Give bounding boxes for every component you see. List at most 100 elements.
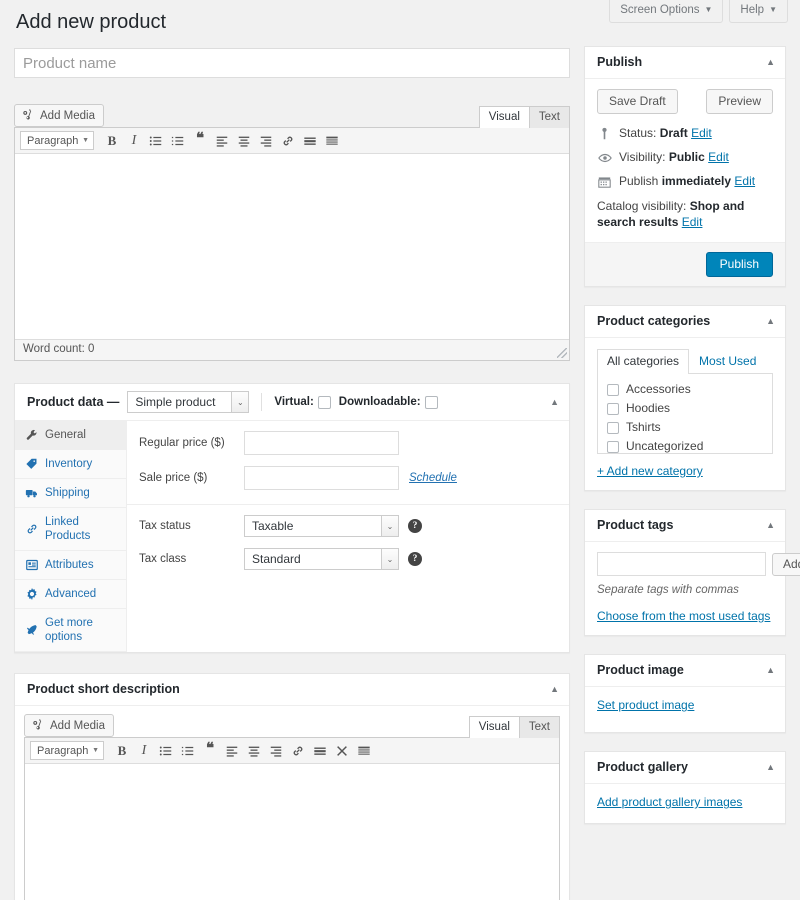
insert-link-button[interactable] <box>278 131 298 151</box>
tax-status-select[interactable]: Taxable ⌄ <box>244 515 399 537</box>
numbered-list-button[interactable] <box>168 131 188 151</box>
list-item[interactable]: Hoodies <box>607 401 763 416</box>
collapse-toggle-icon[interactable]: ▲ <box>550 685 559 694</box>
distraction-free-button[interactable] <box>332 741 352 761</box>
tab-get-more-options[interactable]: Get more options <box>15 609 126 652</box>
italic-button[interactable]: I <box>124 131 144 151</box>
help-button[interactable]: Help▼ <box>729 0 788 23</box>
tab-linked-products[interactable]: Linked Products <box>15 508 126 551</box>
post-status-icon <box>597 126 612 141</box>
toolbar-toggle-button[interactable] <box>322 131 342 151</box>
align-left-button[interactable] <box>222 741 242 761</box>
tab-visual[interactable]: Visual <box>479 106 530 128</box>
insert-link-button[interactable] <box>288 741 308 761</box>
tab-all-categories[interactable]: All categories <box>597 349 689 374</box>
schedule-link[interactable]: Schedule <box>409 472 457 484</box>
sale-price-label: Sale price ($) <box>139 471 244 486</box>
toolbar-toggle-button[interactable] <box>354 741 374 761</box>
collapse-toggle-icon[interactable]: ▲ <box>766 763 775 772</box>
tab-text[interactable]: Text <box>530 106 570 128</box>
short-description-editor-shell: Paragraph ▼ B I ❝ <box>24 737 560 900</box>
collapse-toggle-icon[interactable]: ▲ <box>766 521 775 530</box>
add-tag-button[interactable]: Add <box>772 553 800 576</box>
align-right-button[interactable] <box>256 131 276 151</box>
publish-date-text: Publish immediately Edit <box>619 174 755 189</box>
publish-header: Publish ▲ <box>585 47 785 79</box>
preview-button[interactable]: Preview <box>706 89 773 114</box>
help-tip-icon[interactable]: ? <box>408 552 422 566</box>
category-checkbox[interactable] <box>607 384 619 396</box>
help-tip-icon[interactable]: ? <box>408 519 422 533</box>
product-data-panel-general: Regular price ($) Sale price ($) Schedul… <box>127 421 569 652</box>
tab-general[interactable]: General <box>15 421 126 450</box>
save-draft-button[interactable]: Save Draft <box>597 89 678 114</box>
product-data-metabox: Product data — Simple product ⌄ Virtual:… <box>14 383 570 653</box>
downloadable-checkbox[interactable] <box>425 396 438 409</box>
publish-date-prefix: Publish <box>619 174 658 188</box>
numbered-list-button[interactable] <box>178 741 198 761</box>
set-product-image-link[interactable]: Set product image <box>597 698 694 712</box>
editor-resize-handle[interactable] <box>557 348 567 358</box>
tab-advanced[interactable]: Advanced <box>15 580 126 609</box>
tab-attributes[interactable]: Attributes <box>15 551 126 580</box>
paragraph-format-select[interactable]: Paragraph ▼ <box>30 741 104 760</box>
tag-input[interactable] <box>597 552 766 576</box>
category-checkbox[interactable] <box>607 441 619 453</box>
add-product-gallery-images-link[interactable]: Add product gallery images <box>597 795 742 809</box>
tab-text[interactable]: Text <box>520 716 560 738</box>
list-item[interactable]: Tshirts <box>607 420 763 435</box>
screen-options-button[interactable]: Screen Options▼ <box>609 0 723 23</box>
product-name-input[interactable] <box>14 48 570 78</box>
virtual-checkbox[interactable] <box>318 396 331 409</box>
bold-button[interactable]: B <box>112 741 132 761</box>
add-media-button[interactable]: Add Media <box>24 714 114 737</box>
paragraph-format-value: Paragraph <box>27 135 78 147</box>
edit-publish-date-link[interactable]: Edit <box>734 174 755 188</box>
insert-read-more-button[interactable] <box>310 741 330 761</box>
blockquote-button[interactable]: ❝ <box>190 129 210 149</box>
bulleted-list-button[interactable] <box>156 741 176 761</box>
add-new-category-link[interactable]: + Add new category <box>597 464 773 478</box>
paragraph-format-select[interactable]: Paragraph ▼ <box>20 131 94 150</box>
choose-most-used-tags-link[interactable]: Choose from the most used tags <box>597 609 773 623</box>
downloadable-checkbox-group[interactable]: Downloadable: <box>339 396 438 409</box>
tab-visual[interactable]: Visual <box>469 716 520 738</box>
list-item[interactable]: Uncategorized <box>607 439 763 454</box>
category-checkbox[interactable] <box>607 403 619 415</box>
align-center-button[interactable] <box>234 131 254 151</box>
editor-content-area[interactable] <box>15 154 569 339</box>
category-checklist[interactable]: Accessories Hoodies Tshirts Uncateg <box>597 374 773 454</box>
edit-catalog-visibility-link[interactable]: Edit <box>682 215 703 229</box>
publish-button[interactable]: Publish <box>706 252 773 277</box>
list-item[interactable]: Accessories <box>607 382 763 397</box>
bulleted-list-button[interactable] <box>146 131 166 151</box>
chevron-down-icon: ▼ <box>92 747 99 754</box>
italic-button[interactable]: I <box>134 741 154 761</box>
regular-price-input[interactable] <box>244 431 399 455</box>
edit-visibility-link[interactable]: Edit <box>708 150 729 164</box>
align-left-button[interactable] <box>212 131 232 151</box>
bold-button[interactable]: B <box>102 131 122 151</box>
sale-price-input[interactable] <box>244 466 399 490</box>
tax-class-select[interactable]: Standard ⌄ <box>244 548 399 570</box>
align-right-button[interactable] <box>266 741 286 761</box>
collapse-toggle-icon[interactable]: ▲ <box>766 317 775 326</box>
short-description-content-area[interactable] <box>25 764 559 900</box>
add-media-button[interactable]: Add Media <box>14 104 104 127</box>
media-icon <box>22 109 35 122</box>
tab-most-used[interactable]: Most Used <box>689 349 766 374</box>
tab-inventory[interactable]: Inventory <box>15 450 126 479</box>
category-checkbox[interactable] <box>607 422 619 434</box>
product-type-select[interactable]: Simple product ⌄ <box>127 391 249 413</box>
blockquote-button[interactable]: ❝ <box>200 739 220 759</box>
collapse-toggle-icon[interactable]: ▲ <box>550 397 559 407</box>
align-center-button[interactable] <box>244 741 264 761</box>
tax-status-label: Tax status <box>139 519 244 534</box>
virtual-checkbox-group[interactable]: Virtual: <box>274 396 330 409</box>
collapse-toggle-icon[interactable]: ▲ <box>766 58 775 67</box>
insert-read-more-button[interactable] <box>300 131 320 151</box>
chevron-down-icon: ⌄ <box>231 392 248 412</box>
edit-status-link[interactable]: Edit <box>691 126 712 140</box>
tab-shipping[interactable]: Shipping <box>15 479 126 508</box>
collapse-toggle-icon[interactable]: ▲ <box>766 666 775 675</box>
